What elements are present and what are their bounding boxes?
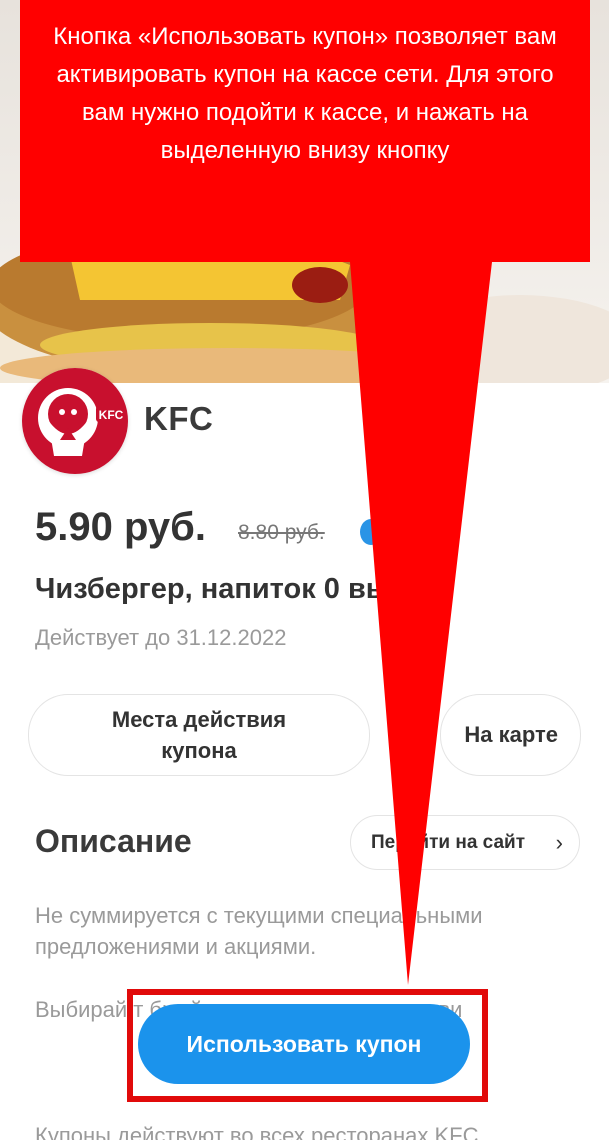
valid-until: Действует до 31.12.2022 (35, 625, 287, 650)
map-button-label: На карте (464, 722, 558, 747)
brand-name: KFC (144, 400, 214, 437)
old-price: 8.80 руб. (238, 521, 325, 544)
burger-photo (0, 225, 609, 383)
highlight-frame (127, 989, 488, 1102)
hero-image (0, 0, 609, 383)
go-to-site-button[interactable]: Перейти на сайт › (350, 815, 580, 870)
coupon-title: Чизбергер, напиток 0 выбор (35, 573, 444, 605)
info-icon[interactable] (360, 519, 382, 545)
description-paragraph: Купоны действуют во всех ресторанах KFC (35, 1123, 479, 1140)
logo-text: KFC (99, 408, 124, 422)
brand-logo: KFC (22, 368, 128, 474)
map-button[interactable]: На карте (440, 694, 581, 776)
places-button[interactable]: Места действия купона (28, 694, 370, 776)
description-paragraph: Не суммируется с текущими специальными п… (35, 903, 483, 959)
places-button-label: Места действия купона (111, 707, 287, 763)
description-heading: Описание (35, 823, 192, 859)
go-to-site-label: Перейти на сайт (371, 831, 526, 853)
chevron-right-icon: › (555, 830, 563, 855)
coupon-price: 5.90 руб. (35, 505, 206, 549)
